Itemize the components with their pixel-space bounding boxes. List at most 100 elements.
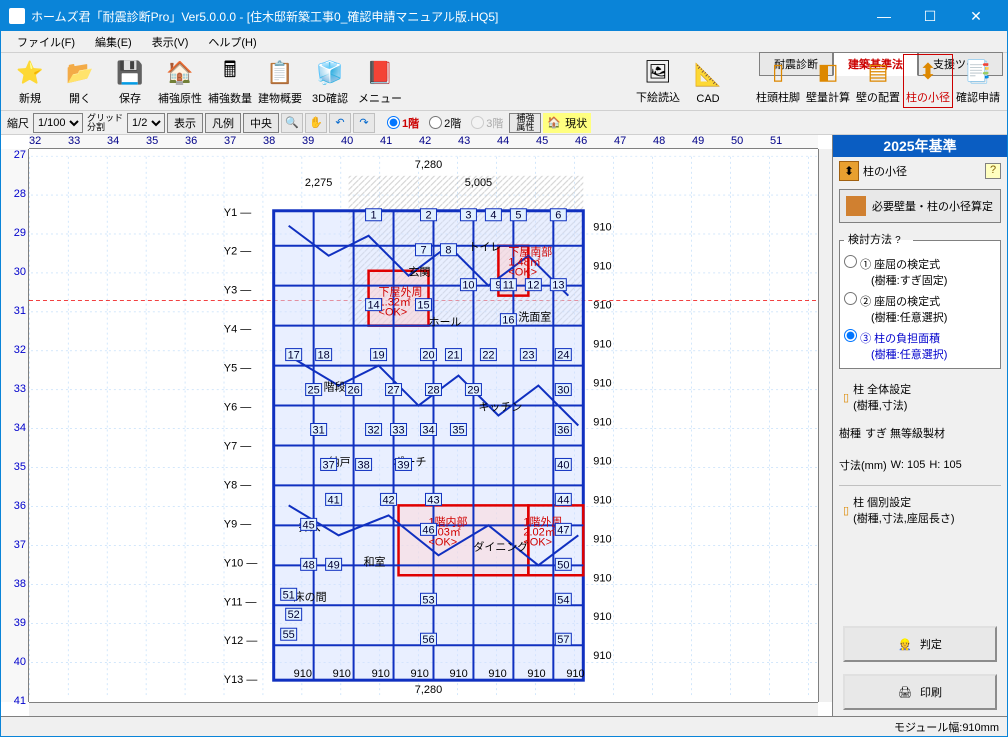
svg-text:Y6 —: Y6 —: [224, 402, 251, 414]
setting-individual-button[interactable]: ▯ 柱 個別設定(樹種,寸法,座屈長さ): [839, 485, 1001, 530]
redo-icon[interactable]: ↷: [353, 113, 375, 133]
open-button[interactable]: 📂開く: [55, 55, 105, 109]
show-button[interactable]: 表示: [167, 113, 203, 133]
svg-text:910: 910: [449, 668, 467, 680]
svg-text:41: 41: [328, 494, 340, 506]
pillar-icon: ▯: [762, 57, 794, 87]
svg-text:22: 22: [482, 350, 494, 362]
tatemono-button[interactable]: 📋建物概要: [255, 55, 305, 109]
menu-file[interactable]: ファイル(F): [7, 34, 85, 50]
svg-text:8: 8: [445, 245, 451, 257]
svg-text:Y3 —: Y3 —: [224, 285, 251, 297]
cube-icon: 🧊: [314, 58, 346, 88]
help-icon[interactable]: ?: [895, 235, 909, 249]
svg-text:16: 16: [502, 315, 514, 327]
minimize-button[interactable]: —: [861, 1, 907, 31]
new-icon: ⭐: [14, 58, 46, 88]
kakunin-button[interactable]: 📑確認申請: [953, 54, 1003, 108]
hokyogen-button[interactable]: 🏠補強原性: [155, 55, 205, 109]
pan-icon[interactable]: ✋: [305, 113, 327, 133]
floor1-radio[interactable]: 1階: [383, 115, 423, 131]
svg-text:910: 910: [593, 455, 611, 467]
hokyozoku-button[interactable]: 補強 属性: [509, 113, 541, 133]
svg-text:46: 46: [422, 524, 434, 536]
genjou-status: 🏠現状: [543, 113, 591, 133]
svg-text:54: 54: [557, 594, 569, 606]
floor3-radio[interactable]: 3階: [467, 115, 507, 131]
method-opt1[interactable]: ① 座屈の検定式 (樹種:すぎ固定): [844, 253, 996, 290]
svg-text:ダイニング: ダイニング: [473, 539, 528, 553]
svg-text:42: 42: [382, 494, 394, 506]
grid-label: グリッド 分割: [85, 114, 125, 132]
svg-text:10: 10: [462, 280, 474, 292]
svg-text:910: 910: [488, 668, 506, 680]
kaberyou-button[interactable]: ◧壁量計算: [803, 54, 853, 108]
menu-button[interactable]: 📕メニュー: [355, 55, 405, 109]
close-button[interactable]: ✕: [953, 1, 999, 31]
svg-text:床の間: 床の間: [294, 589, 327, 603]
svg-text:53: 53: [422, 594, 434, 606]
svg-text:20: 20: [422, 350, 434, 362]
svg-text:18: 18: [318, 350, 330, 362]
svg-text:階段: 階段: [324, 380, 346, 394]
svg-text:Y2 —: Y2 —: [224, 246, 251, 258]
scrollbar-y[interactable]: [818, 149, 832, 702]
judge-icon: 👷: [898, 638, 912, 651]
method-opt2[interactable]: ② 座屈の検定式 (樹種:任意選択): [844, 290, 996, 327]
column-icon: ▯: [843, 504, 849, 517]
svg-text:910: 910: [593, 650, 611, 662]
shitae-button[interactable]: 🖼下絵読込: [633, 54, 683, 108]
svg-text:910: 910: [333, 668, 351, 680]
toolbar-main: ⭐新規 📂開く 💾保存 🏠補強原性 🖩補強数量 📋建物概要 🧊3D確認 📕メニュ…: [1, 53, 1007, 111]
app-icon: [9, 8, 25, 24]
method-fieldset: 検討方法 ? ① 座屈の検定式 (樹種:すぎ固定) ② 座屈の検定式 (樹種:任…: [839, 231, 1001, 369]
svg-text:玄関: 玄関: [409, 265, 431, 279]
wall-calc-button[interactable]: 必要壁量・柱の小径算定: [839, 189, 1001, 223]
svg-text:910: 910: [411, 668, 429, 680]
help-icon[interactable]: ?: [985, 163, 1001, 179]
print-button[interactable]: 🖨印刷: [843, 674, 997, 710]
svg-text:キッチン: キッチン: [478, 401, 522, 414]
dimension-row: 寸法(mm) W: 105 H: 105: [839, 457, 1001, 473]
svg-text:48: 48: [303, 559, 315, 571]
menu-help[interactable]: ヘルプ(H): [198, 34, 266, 50]
svg-text:Y5 —: Y5 —: [224, 363, 251, 375]
svg-text:24: 24: [557, 350, 569, 362]
cad-button[interactable]: 📐CAD: [683, 54, 733, 108]
legend-button[interactable]: 凡例: [205, 113, 241, 133]
hashira-button[interactable]: ⬍柱の小径: [903, 54, 953, 108]
undo-icon[interactable]: ↶: [329, 113, 351, 133]
maximize-button[interactable]: ☐: [907, 1, 953, 31]
judge-button[interactable]: 👷判定: [843, 626, 997, 662]
svg-text:56: 56: [422, 634, 434, 646]
floor2-radio[interactable]: 2階: [425, 115, 465, 131]
hokyosu-button[interactable]: 🖩補強数量: [205, 55, 255, 109]
kabehaichi-button[interactable]: ▤壁の配置: [853, 54, 903, 108]
floor-plan[interactable]: 7,280 2,275 5,005 7,280 Y1 —Y2 —Y3 —Y4 —…: [29, 149, 818, 702]
svg-text:21: 21: [447, 350, 459, 362]
save-button[interactable]: 💾保存: [105, 55, 155, 109]
svg-text:<OK>: <OK>: [523, 536, 552, 548]
form-icon: 📋: [264, 58, 296, 88]
svg-text:910: 910: [593, 611, 611, 623]
menu-edit[interactable]: 編集(E): [85, 34, 142, 50]
chutou-button[interactable]: ▯柱頭柱脚: [753, 54, 803, 108]
section-title: ⬍ 柱の小径 ?: [833, 157, 1007, 185]
check3d-button[interactable]: 🧊3D確認: [305, 55, 355, 109]
scale-select[interactable]: 1/100: [33, 113, 83, 133]
svg-text:17: 17: [288, 350, 300, 362]
center-button[interactable]: 中央: [243, 113, 279, 133]
statusbar: モジュール幅:910mm: [1, 716, 1007, 736]
svg-text:910: 910: [593, 222, 611, 234]
zoom-in-icon[interactable]: 🔍: [281, 113, 303, 133]
svg-text:36: 36: [557, 424, 569, 436]
svg-text:57: 57: [557, 634, 569, 646]
canvas-area[interactable]: 3233343536373839404142434445464748495051…: [1, 135, 833, 716]
scrollbar-x[interactable]: [29, 702, 818, 716]
grid-select[interactable]: 1/2: [127, 113, 165, 133]
new-button[interactable]: ⭐新規: [5, 55, 55, 109]
svg-text:和室: 和室: [364, 554, 386, 568]
setting-all-button[interactable]: ▯ 柱 全体設定(樹種,寸法): [839, 377, 1001, 417]
method-opt3[interactable]: ③ 柱の負担面積 (樹種:任意選択): [844, 327, 996, 364]
menu-view[interactable]: 表示(V): [142, 34, 199, 50]
